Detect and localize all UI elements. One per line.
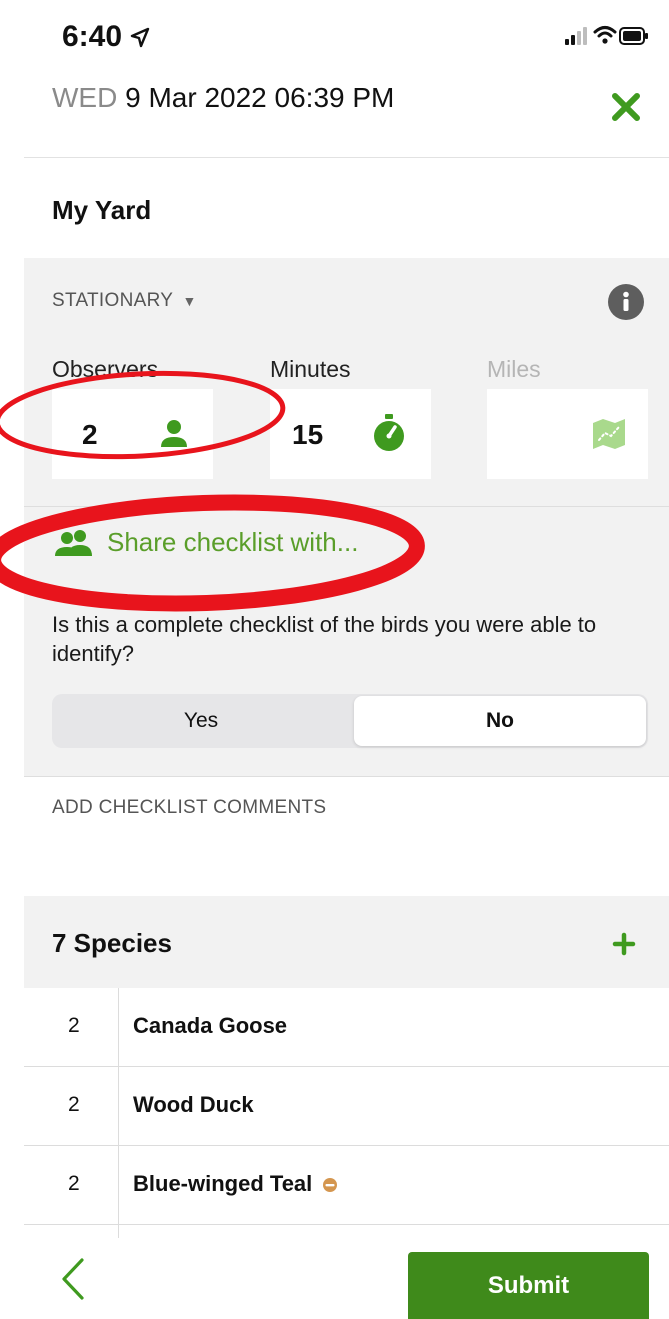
species-row-name: Blue-winged Teal bbox=[133, 1171, 338, 1197]
divider bbox=[24, 157, 669, 158]
divider bbox=[24, 776, 669, 777]
miles-field[interactable] bbox=[487, 389, 648, 479]
add-species-icon[interactable] bbox=[612, 932, 636, 956]
caret-down-icon: ▼ bbox=[182, 293, 197, 309]
checklist-datetime[interactable]: WED 9 Mar 2022 06:39 PM bbox=[52, 82, 394, 114]
species-row-name: Wood Duck bbox=[133, 1092, 254, 1117]
species-count: 7 Species bbox=[52, 928, 172, 958]
complete-yes-option[interactable]: Yes bbox=[52, 694, 350, 748]
divider bbox=[24, 506, 669, 507]
location-name[interactable]: My Yard bbox=[52, 195, 151, 226]
observers-field[interactable]: 2 bbox=[52, 389, 213, 479]
close-icon[interactable] bbox=[605, 86, 647, 128]
complete-checklist-question: Is this a complete checklist of the bird… bbox=[52, 612, 597, 666]
cellular-signal-icon bbox=[565, 27, 587, 45]
complete-no-option[interactable]: No bbox=[354, 696, 646, 746]
people-icon[interactable] bbox=[54, 529, 94, 557]
species-row-name: Canada Goose bbox=[133, 1013, 288, 1038]
observers-label: Observers bbox=[52, 356, 159, 382]
species-row-count[interactable]: 2 bbox=[68, 1172, 80, 1196]
person-icon bbox=[161, 420, 187, 447]
wifi-icon bbox=[593, 26, 617, 44]
species-list: 2 Canada Goose 2 Wood Duck 2 Blue-winged… bbox=[24, 988, 669, 1225]
checklist-comments-field[interactable]: ADD CHECKLIST COMMENTS bbox=[52, 797, 326, 819]
location-arrow-icon bbox=[131, 27, 150, 48]
map-icon bbox=[593, 419, 625, 449]
species-row[interactable]: 2 Blue-winged Teal bbox=[24, 1146, 669, 1225]
back-chevron-icon[interactable] bbox=[58, 1256, 88, 1302]
species-row[interactable]: 2 Wood Duck bbox=[24, 1067, 669, 1146]
minutes-value: 15 bbox=[292, 419, 324, 450]
stopwatch-icon bbox=[374, 414, 404, 451]
minutes-label: Minutes bbox=[270, 356, 351, 382]
species-name-text: Blue-winged Teal bbox=[133, 1171, 313, 1196]
battery-icon bbox=[619, 27, 648, 45]
minutes-field[interactable]: 15 bbox=[270, 389, 431, 479]
miles-label: Miles bbox=[487, 356, 541, 382]
status-time: 6:40 bbox=[62, 20, 150, 54]
species-row-count[interactable]: 2 bbox=[68, 1093, 80, 1117]
submit-button[interactable]: Submit bbox=[408, 1252, 649, 1319]
rare-species-icon bbox=[323, 1178, 338, 1193]
species-row[interactable]: 2 Canada Goose bbox=[24, 988, 669, 1067]
count-column-divider bbox=[118, 988, 119, 1238]
date-time-text: 9 Mar 2022 06:39 PM bbox=[125, 82, 395, 113]
species-row-count[interactable]: 2 bbox=[68, 1014, 80, 1038]
info-icon[interactable] bbox=[608, 284, 644, 320]
day-of-week: WED bbox=[52, 82, 118, 113]
share-checklist-link[interactable]: Share checklist with... bbox=[107, 527, 358, 558]
info-glyph-icon bbox=[623, 291, 629, 311]
observers-value: 2 bbox=[82, 419, 98, 450]
status-icons bbox=[565, 22, 648, 52]
protocol-selector[interactable]: STATIONARY ▼ bbox=[52, 290, 197, 312]
protocol-label: STATIONARY bbox=[52, 290, 173, 311]
